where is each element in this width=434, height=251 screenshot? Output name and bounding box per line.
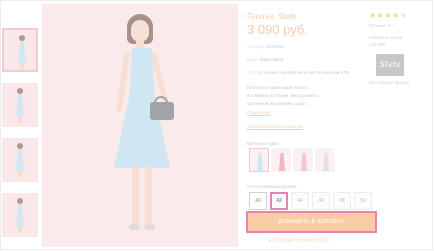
thumbnail-model [16,88,24,122]
description-line-1: Платье из бирюзовой ткани с [247,85,309,90]
color-swatch-4[interactable] [315,148,335,172]
swatch-dress [323,153,329,171]
composition-line: Состав: полиэстер 80%,эластан 3%,вискоза… [247,70,350,75]
article-key: Артикул: [247,44,266,49]
extra-description-link[interactable]: Дополнительное описание [247,124,303,129]
thumbnail-3[interactable] [2,138,38,182]
views-count: 105 560 [369,42,386,47]
all-brand-products-link[interactable]: Все товары бренда [369,80,410,85]
size-option[interactable]: 50 [354,192,372,210]
main-product-photo[interactable] [42,4,238,247]
color-swatch-1[interactable] [249,148,269,172]
model-figure [112,14,174,239]
composition-key: Состав: [247,70,264,75]
brand-logo[interactable]: Stets [376,54,404,76]
thumbnail-2[interactable] [2,83,38,127]
write-review-link[interactable]: Написать отзыв [369,35,402,40]
save-for-later-link[interactable]: ♥ ОТЛОЖИТЬ НА ПОТОМ [268,238,329,244]
swatch-dress [279,153,285,171]
thumbnail-model [16,198,24,232]
thumbnail-1[interactable] [2,28,38,72]
more-details-link[interactable]: Подробнее [247,110,270,115]
color-key: Цвет: [247,57,259,62]
product-title: Платье, Stets [247,12,297,21]
article-line: Артикул: 2425463 [247,44,284,49]
thumbnail-model [16,143,24,177]
description-line-3: застёжкой на молнию сзади. [247,101,307,106]
composition-value: полиэстер 80%,эластан 3%,вискоза 17% [264,70,350,75]
thumbnail-model [18,35,26,69]
add-to-cart-button[interactable]: ДОБАВИТЬ В КОРЗИНУ [246,211,377,233]
color-swatch-3[interactable] [293,148,313,172]
swatch-dress [257,153,263,171]
rating-stars-empty: ★ [399,11,408,20]
color-swatch-2[interactable] [271,148,291,172]
article-value: 2425463 [266,44,284,49]
rating-stars-filled: ★★★★ [369,11,400,20]
size-option[interactable]: 48 [333,192,351,210]
thumbnail-4[interactable] [2,193,38,237]
reviews-link[interactable]: Отзывы: 67 [369,23,393,28]
size-picker-label: Отечественный размер: [247,184,298,189]
product-price: 3 090 руб. [247,22,308,37]
rating-stars: ★★★★★ [369,11,407,20]
size-option-selected[interactable]: 42 [270,192,288,210]
color-value: бирюзовый [259,57,284,62]
size-option[interactable]: 44 [291,192,309,210]
swatch-dress [301,153,307,171]
handbag [150,102,174,120]
color-picker-label: Выберите цвет: [247,141,280,146]
size-option[interactable]: 40 [249,192,267,210]
size-option[interactable]: 46 [312,192,330,210]
color-line: Цвет: бирюзовый [247,57,283,62]
description-line-2: вставками по талии. Без рукавов с [247,93,320,98]
